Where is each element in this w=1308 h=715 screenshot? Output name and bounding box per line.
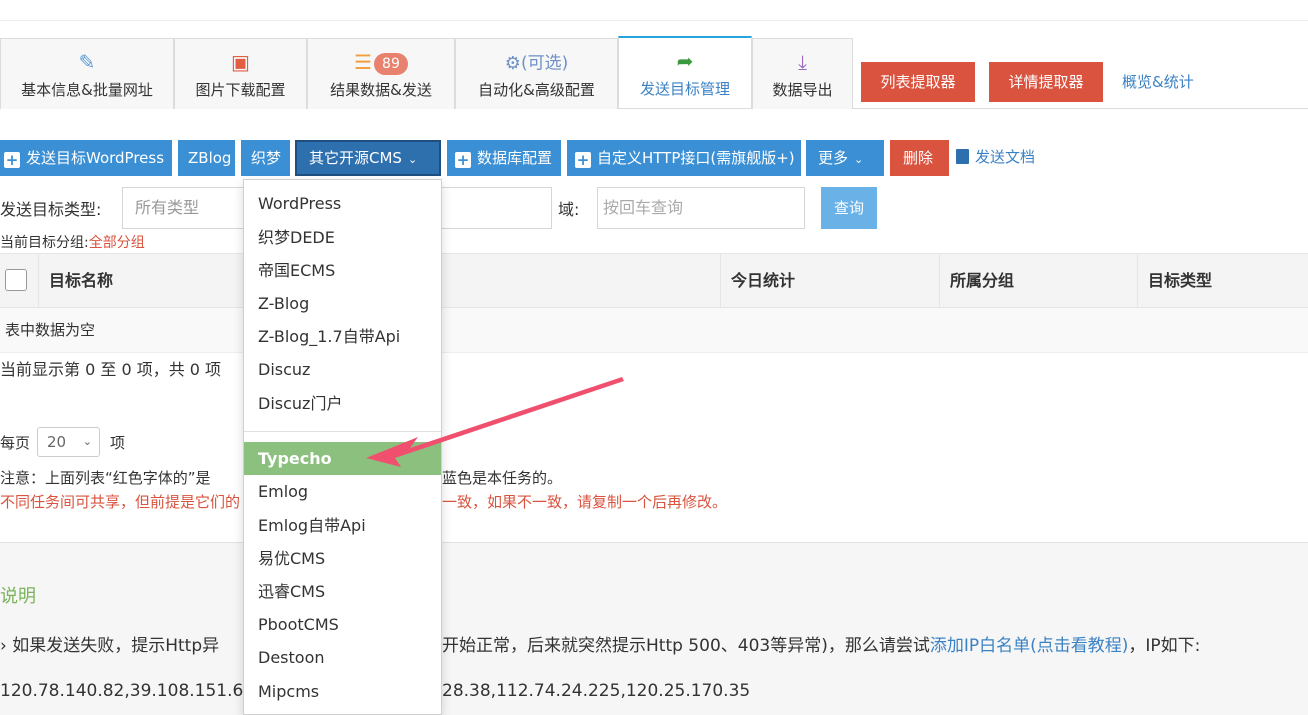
group-value-link[interactable]: 全部分组 xyxy=(89,235,145,251)
note-line-1: 注意：上面列表“红色字体的”是 xyxy=(0,469,211,487)
image-icon: ▣ xyxy=(231,50,250,74)
domain-label: 域: xyxy=(558,200,580,219)
tab-automation[interactable]: ⚙(可选) 自动化&高级配置 xyxy=(455,38,618,109)
dropdown-divider xyxy=(244,431,441,432)
dropdown-item-dede[interactable]: 织梦DEDE xyxy=(244,221,441,254)
ip-whitelist-link[interactable]: 添加IP白名单(点击看教程) xyxy=(930,636,1129,656)
link-label: 发送文档 xyxy=(975,148,1036,166)
tab-bar: ✎ 基本信息&批量网址 ▣ 图片下载配置 ☰ 89 结果数据&发送 ⚙(可选) 自… xyxy=(0,36,1308,109)
chevron-down-icon: ⌄ xyxy=(854,153,864,166)
table-header: 目标名称 今日统计 所属分组 目标类型 xyxy=(0,253,1308,308)
book-icon xyxy=(956,149,969,164)
edit-icon: ✎ xyxy=(78,50,96,74)
button-label: 其它开源CMS xyxy=(309,149,402,167)
tab-send-target[interactable]: ➦ 发送目标管理 xyxy=(618,36,752,108)
send-doc-link[interactable]: 发送文档 xyxy=(956,146,1035,167)
note-line-1-end: 蓝色是本任务的。 xyxy=(442,469,563,487)
delete-button[interactable]: 删除 xyxy=(890,140,949,176)
explanation-line-1: › 如果发送失败，提示Http异 xyxy=(0,636,220,656)
page-size-select[interactable]: 20 ⌄ xyxy=(37,427,100,457)
dropdown-item-pbootcms[interactable]: PbootCMS xyxy=(244,608,441,641)
note-line-2: 不同任务间可共享，但前提是它们的 xyxy=(0,493,241,511)
dropdown-item-discuz-portal[interactable]: Discuz门户 xyxy=(244,387,441,420)
explanation-text: 开始正常，后来就突然提示Http 500、403等异常)，那么请尝试 xyxy=(442,636,930,656)
dropdown-item-destoon[interactable]: Destoon xyxy=(244,641,441,674)
chevron-down-icon: ⌄ xyxy=(82,435,92,448)
tab-icon-row: ☰ 89 xyxy=(308,49,454,75)
tab-result-data[interactable]: ☰ 89 结果数据&发送 xyxy=(307,38,455,109)
detail-extractor-button[interactable]: 详情提取器 xyxy=(989,62,1103,102)
domain-search-input[interactable]: 按回车查询 xyxy=(597,187,805,229)
ip-list-end: 28.38,112.74.24.225,120.25.170.35 xyxy=(442,681,751,701)
dropdown-item-zblog-api[interactable]: Z-Blog_1.7自带Api xyxy=(244,320,441,353)
tab-label: 基本信息&批量网址 xyxy=(21,81,153,99)
zblog-button[interactable]: ZBlog xyxy=(178,140,235,176)
tab-label: 自动化&高级配置 xyxy=(478,81,595,99)
custom-http-api-button[interactable]: + 自定义HTTP接口(需旗舰版+) xyxy=(567,140,801,176)
db-config-button[interactable]: + 数据库配置 xyxy=(447,140,561,176)
tab-basic-info[interactable]: ✎ 基本信息&批量网址 xyxy=(0,38,174,109)
current-group-line: 当前目标分组:全部分组 xyxy=(0,232,145,252)
dropdown-item-wordpress[interactable]: WordPress xyxy=(244,187,441,220)
plus-icon: + xyxy=(4,151,20,169)
dropdown-item-ecms[interactable]: 帝国ECMS xyxy=(244,254,441,287)
other-cms-dropdown-menu: WordPress 织梦DEDE 帝国ECMS Z-Blog Z-Blog_1.… xyxy=(243,179,442,715)
per-page-label: 每页 xyxy=(0,434,31,452)
plus-icon: + xyxy=(575,151,591,169)
optional-label: (可选) xyxy=(520,53,569,74)
explanation-title: 说明 xyxy=(0,586,36,607)
group-label: 当前目标分组: xyxy=(0,235,89,251)
explanation-text: ，IP如下: xyxy=(1128,636,1201,656)
more-dropdown-button[interactable]: 更多 ⌄ xyxy=(806,140,884,176)
tab-label: 数据导出 xyxy=(772,81,833,99)
select-all-checkbox[interactable] xyxy=(5,269,27,291)
download-icon: ⤓ xyxy=(798,50,807,74)
dropdown-item-mipcms[interactable]: Mipcms xyxy=(244,675,441,708)
tab-icon-row: ⚙(可选) xyxy=(456,49,617,75)
per-page-suffix: 项 xyxy=(110,434,126,452)
tab-label: 结果数据&发送 xyxy=(330,81,432,99)
button-label: 发送目标WordPress xyxy=(26,149,165,167)
list-extractor-button[interactable]: 列表提取器 xyxy=(861,62,975,102)
column-header-type[interactable]: 目标类型 xyxy=(1137,254,1308,307)
share-icon: ➦ xyxy=(676,49,694,73)
tab-data-export[interactable]: ⤓ 数据导出 xyxy=(752,38,853,109)
database-icon: ☰ xyxy=(354,50,373,74)
add-wordpress-target-button[interactable]: + 发送目标WordPress xyxy=(0,140,172,176)
overview-link[interactable]: 概览&统计 xyxy=(1122,71,1194,92)
dropdown-item-eyoucms[interactable]: 易优CMS xyxy=(244,542,441,575)
dropdown-item-xunruicms[interactable]: 迅睿CMS xyxy=(244,575,441,608)
column-header-group[interactable]: 所属分组 xyxy=(939,254,1137,307)
plus-icon: + xyxy=(455,151,471,169)
tab-label: 图片下载配置 xyxy=(195,81,286,99)
query-button[interactable]: 查询 xyxy=(821,187,877,229)
table-empty-row: 表中数据为空 xyxy=(0,308,1308,353)
column-header-today-stats[interactable]: 今日统计 xyxy=(720,254,939,307)
top-divider xyxy=(0,20,1308,21)
ip-list-start: 120.78.140.82,39.108.151.66 xyxy=(0,681,255,701)
dropdown-item-typecho[interactable]: Typecho xyxy=(244,442,441,475)
dede-button[interactable]: 织梦 xyxy=(241,140,290,176)
gears-icon: ⚙ xyxy=(504,53,521,74)
table-info: 当前显示第 0 至 0 项，共 0 项 xyxy=(0,360,222,379)
button-label: 数据库配置 xyxy=(477,149,553,167)
dropdown-item-discuz[interactable]: Discuz xyxy=(244,353,441,386)
button-label: 更多 xyxy=(818,149,849,167)
explanation-line-1-end: 开始正常，后来就突然提示Http 500、403等异常)，那么请尝试添加IP白名… xyxy=(442,631,1200,656)
dropdown-item-emlog-api[interactable]: Emlog自带Api xyxy=(244,509,441,542)
page-size-value: 20 xyxy=(47,433,67,451)
tab-image-download[interactable]: ▣ 图片下载配置 xyxy=(174,38,307,109)
dropdown-item-zblog[interactable]: Z-Blog xyxy=(244,287,441,320)
chevron-down-icon: ⌄ xyxy=(407,153,418,166)
note-line-2-end: 一致，如果不一致，请复制一个后再修改。 xyxy=(442,493,728,511)
dropdown-item-emlog[interactable]: Emlog xyxy=(244,475,441,508)
tab-label: 发送目标管理 xyxy=(639,80,730,98)
button-label: 自定义HTTP接口(需旗舰版+) xyxy=(597,149,795,167)
result-count-badge: 89 xyxy=(374,52,408,75)
target-type-label: 发送目标类型: xyxy=(0,200,102,219)
other-cms-dropdown-button[interactable]: 其它开源CMS ⌄ xyxy=(295,140,441,176)
